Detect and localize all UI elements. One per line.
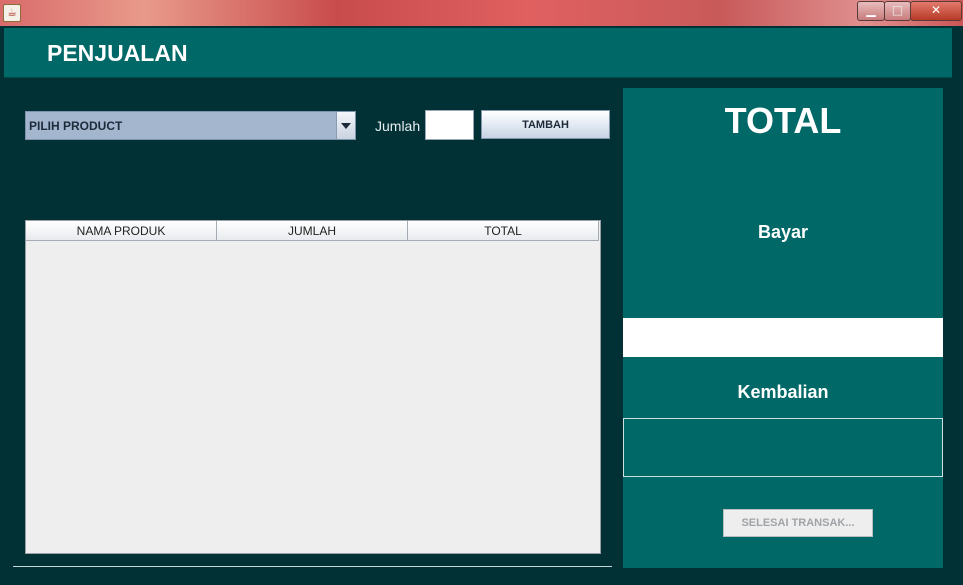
page-title: PENJUALAN bbox=[47, 40, 188, 66]
table-body[interactable] bbox=[26, 241, 600, 553]
java-app-icon[interactable]: ☕ bbox=[3, 4, 21, 22]
chevron-down-icon bbox=[341, 123, 351, 129]
jumlah-input[interactable] bbox=[425, 110, 474, 140]
tambah-button[interactable]: TAMBAH bbox=[481, 110, 610, 139]
window-title-bar[interactable] bbox=[0, 0, 963, 26]
minimize-button[interactable]: ▁ bbox=[857, 1, 885, 21]
column-header-total[interactable]: TOTAL bbox=[408, 221, 599, 241]
products-table[interactable]: NAMA PRODUK JUMLAH TOTAL bbox=[25, 220, 601, 554]
maximize-button[interactable]: □ bbox=[884, 1, 911, 21]
table-header: NAMA PRODUK JUMLAH TOTAL bbox=[26, 221, 600, 241]
product-select[interactable]: PILIH PRODUCT bbox=[25, 111, 356, 140]
bayar-input[interactable] bbox=[623, 318, 943, 357]
kembalian-label: Kembalian bbox=[737, 382, 829, 402]
selesai-transaksi-button[interactable]: SELESAI TRANSAK... bbox=[723, 509, 873, 537]
close-button[interactable]: ✕ bbox=[910, 1, 962, 21]
dropdown-button[interactable] bbox=[336, 112, 355, 139]
kembalian-field bbox=[623, 418, 943, 477]
divider bbox=[13, 566, 612, 567]
column-header-nama-produk[interactable]: NAMA PRODUK bbox=[26, 221, 217, 241]
product-select-value: PILIH PRODUCT bbox=[29, 119, 123, 133]
column-header-jumlah[interactable]: JUMLAH bbox=[217, 221, 408, 241]
jumlah-label: Jumlah bbox=[375, 118, 421, 134]
bayar-label: Bayar bbox=[757, 222, 809, 242]
total-heading: TOTAL bbox=[724, 100, 842, 141]
